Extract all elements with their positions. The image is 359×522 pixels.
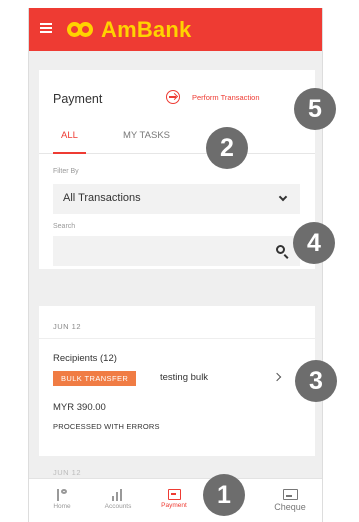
perform-transaction-label: Perform Transaction bbox=[192, 92, 260, 102]
nav-label-cheque: Cheque bbox=[274, 502, 306, 512]
recipients-count: Recipients (12) bbox=[53, 353, 117, 364]
callout-badge: 1 bbox=[203, 474, 245, 516]
page-title: Payment bbox=[53, 92, 103, 106]
filter-value: All Transactions bbox=[63, 192, 141, 204]
menu-icon[interactable] bbox=[40, 23, 52, 33]
transaction-status: PROCESSED WITH ERRORS bbox=[53, 422, 160, 431]
brand-name: AmBank bbox=[101, 17, 192, 42]
transaction-amount: MYR 390.00 bbox=[53, 402, 106, 413]
transaction-description: testing bulk bbox=[160, 372, 209, 383]
callout-badge: 5 bbox=[294, 88, 336, 130]
app-screen: AmBank Payment Perform Transaction ALL M… bbox=[28, 8, 323, 522]
search-input[interactable] bbox=[53, 236, 300, 266]
callout-badge: 3 bbox=[295, 360, 337, 402]
transaction-list: JUN 12 Recipients (12) BULK TRANSFER tes… bbox=[39, 306, 315, 456]
filter-label: Filter By bbox=[53, 168, 79, 175]
transfer-type-badge: BULK TRANSFER bbox=[53, 371, 137, 386]
search-icon[interactable] bbox=[276, 245, 285, 254]
brand-logo: AmBank bbox=[67, 16, 191, 44]
nav-label-payment: Payment bbox=[161, 502, 187, 509]
date-header: JUN 12 bbox=[53, 322, 82, 331]
nav-payment[interactable]: Payment bbox=[149, 479, 199, 522]
app-header: AmBank bbox=[29, 8, 322, 51]
payment-icon bbox=[167, 489, 181, 500]
filter-section: Filter By All Transactions Search bbox=[39, 154, 315, 269]
tab-my-tasks[interactable]: MY TASKS bbox=[123, 130, 170, 141]
accounts-icon bbox=[111, 489, 125, 501]
home-icon bbox=[55, 489, 69, 501]
chevron-down-icon bbox=[278, 192, 288, 202]
nav-label-home: Home bbox=[53, 503, 71, 510]
divider bbox=[39, 338, 315, 339]
nav-cheque[interactable]: Cheque bbox=[265, 479, 315, 522]
bottom-nav: Home Accounts Payment Cheque bbox=[29, 478, 322, 522]
card-title-row: Payment Perform Transaction bbox=[39, 70, 315, 116]
ambank-logo-icon bbox=[67, 20, 95, 40]
nav-label-accounts: Accounts bbox=[104, 503, 132, 510]
callout-badge: 4 bbox=[293, 222, 335, 264]
cheque-icon bbox=[282, 489, 298, 500]
date-header-next: JUN 12 bbox=[53, 468, 82, 477]
tab-all[interactable]: ALL bbox=[53, 130, 86, 154]
perform-transaction-button[interactable]: Perform Transaction bbox=[166, 90, 260, 104]
chevron-right-icon[interactable] bbox=[272, 372, 282, 382]
nav-accounts[interactable]: Accounts bbox=[93, 479, 143, 522]
search-label: Search bbox=[53, 223, 76, 230]
payment-card: Payment Perform Transaction ALL MY TASKS… bbox=[39, 70, 315, 269]
nav-home[interactable]: Home bbox=[37, 479, 87, 522]
filter-select[interactable]: All Transactions bbox=[53, 184, 300, 214]
tab-bar: ALL MY TASKS bbox=[39, 116, 315, 154]
callout-badge: 2 bbox=[206, 127, 248, 169]
arrow-circle-icon bbox=[166, 90, 180, 104]
